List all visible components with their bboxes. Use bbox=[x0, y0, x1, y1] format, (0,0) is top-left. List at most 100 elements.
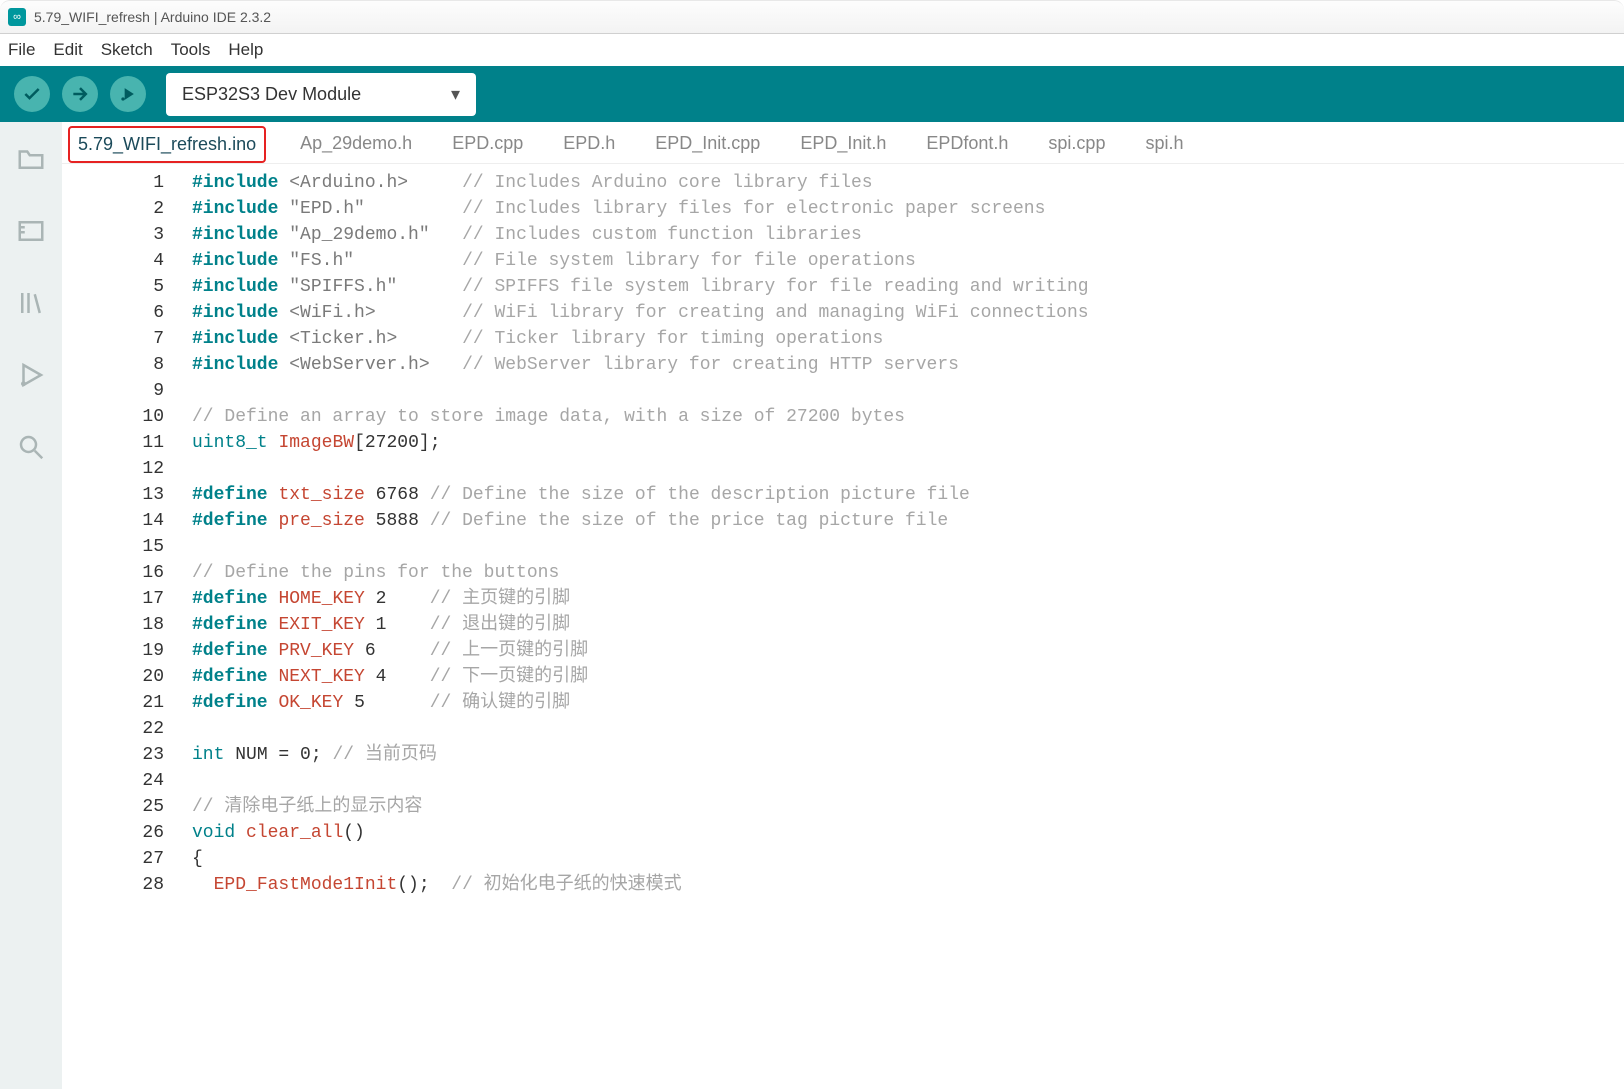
code-content[interactable]: // Define an array to store image data, … bbox=[192, 404, 905, 430]
code-line: 14#define pre_size 5888 // Define the si… bbox=[62, 508, 1624, 534]
code-line: 17#define HOME_KEY 2 // 主页键的引脚 bbox=[62, 586, 1624, 612]
code-content[interactable]: int NUM = 0; // 当前页码 bbox=[192, 742, 437, 768]
window-title: 5.79_WIFI_refresh | Arduino IDE 2.3.2 bbox=[34, 9, 271, 25]
code-line: 3#include "Ap_29demo.h" // Includes cust… bbox=[62, 222, 1624, 248]
tab-spi-h[interactable]: spi.h bbox=[1139, 125, 1189, 163]
gutter-line-number: 12 bbox=[62, 456, 192, 482]
code-line: 6#include <WiFi.h> // WiFi library for c… bbox=[62, 300, 1624, 326]
menu-sketch[interactable]: Sketch bbox=[101, 40, 153, 60]
menu-tools[interactable]: Tools bbox=[171, 40, 211, 60]
code-line: 15 bbox=[62, 534, 1624, 560]
gutter-line-number: 5 bbox=[62, 274, 192, 300]
chevron-down-icon: ▾ bbox=[451, 84, 460, 105]
code-line: 26void clear_all() bbox=[62, 820, 1624, 846]
verify-button[interactable] bbox=[14, 76, 50, 112]
code-content[interactable]: #define pre_size 5888 // Define the size… bbox=[192, 508, 948, 534]
code-content[interactable]: EPD_FastMode1Init(); // 初始化电子纸的快速模式 bbox=[192, 872, 682, 898]
tab-epd-cpp[interactable]: EPD.cpp bbox=[446, 125, 529, 163]
tab-spi-cpp[interactable]: spi.cpp bbox=[1042, 125, 1111, 163]
debug-button[interactable] bbox=[110, 76, 146, 112]
code-line: 1#include <Arduino.h> // Includes Arduin… bbox=[62, 170, 1624, 196]
code-line: 5#include "SPIFFS.h" // SPIFFS file syst… bbox=[62, 274, 1624, 300]
gutter-line-number: 1 bbox=[62, 170, 192, 196]
gutter-line-number: 6 bbox=[62, 300, 192, 326]
code-content[interactable]: #define txt_size 6768 // Define the size… bbox=[192, 482, 970, 508]
code-line: 8#include <WebServer.h> // WebServer lib… bbox=[62, 352, 1624, 378]
folder-icon[interactable] bbox=[16, 144, 46, 174]
code-line: 25// 清除电子纸上的显示内容 bbox=[62, 794, 1624, 820]
code-content[interactable]: #define NEXT_KEY 4 // 下一页键的引脚 bbox=[192, 664, 588, 690]
code-line: 21#define OK_KEY 5 // 确认键的引脚 bbox=[62, 690, 1624, 716]
tab-5-79_wifi_refresh-ino[interactable]: 5.79_WIFI_refresh.ino bbox=[68, 126, 266, 163]
code-content[interactable]: // 清除电子纸上的显示内容 bbox=[192, 794, 422, 820]
gutter-line-number: 11 bbox=[62, 430, 192, 456]
code-content[interactable]: { bbox=[192, 846, 203, 872]
arrow-right-icon bbox=[70, 84, 90, 104]
board-selector-dropdown[interactable]: ESP32S3 Dev Module ▾ bbox=[166, 73, 476, 116]
debug-run-icon[interactable] bbox=[16, 360, 46, 390]
tab-epd_init-h[interactable]: EPD_Init.h bbox=[794, 125, 892, 163]
code-line: 10// Define an array to store image data… bbox=[62, 404, 1624, 430]
code-line: 16// Define the pins for the buttons bbox=[62, 560, 1624, 586]
tab-ap_29demo-h[interactable]: Ap_29demo.h bbox=[294, 125, 418, 163]
code-editor[interactable]: 1#include <Arduino.h> // Includes Arduin… bbox=[62, 164, 1624, 1089]
code-content[interactable]: #define HOME_KEY 2 // 主页键的引脚 bbox=[192, 586, 570, 612]
gutter-line-number: 14 bbox=[62, 508, 192, 534]
menu-bar: File Edit Sketch Tools Help bbox=[0, 34, 1624, 66]
code-line: 24 bbox=[62, 768, 1624, 794]
code-line: 19#define PRV_KEY 6 // 上一页键的引脚 bbox=[62, 638, 1624, 664]
menu-help[interactable]: Help bbox=[228, 40, 263, 60]
code-line: 28 EPD_FastMode1Init(); // 初始化电子纸的快速模式 bbox=[62, 872, 1624, 898]
debug-play-icon bbox=[118, 84, 138, 104]
code-line: 7#include <Ticker.h> // Ticker library f… bbox=[62, 326, 1624, 352]
gutter-line-number: 28 bbox=[62, 872, 192, 898]
code-content[interactable]: #include <Arduino.h> // Includes Arduino… bbox=[192, 170, 873, 196]
code-content[interactable]: #include "FS.h" // File system library f… bbox=[192, 248, 916, 274]
gutter-line-number: 10 bbox=[62, 404, 192, 430]
menu-file[interactable]: File bbox=[8, 40, 35, 60]
gutter-line-number: 9 bbox=[62, 378, 192, 404]
menu-edit[interactable]: Edit bbox=[53, 40, 82, 60]
code-line: 27{ bbox=[62, 846, 1624, 872]
gutter-line-number: 7 bbox=[62, 326, 192, 352]
tab-epd-h[interactable]: EPD.h bbox=[557, 125, 621, 163]
code-content[interactable]: #include "Ap_29demo.h" // Includes custo… bbox=[192, 222, 862, 248]
tab-epd_init-cpp[interactable]: EPD_Init.cpp bbox=[649, 125, 766, 163]
code-content[interactable]: #include <WebServer.h> // WebServer libr… bbox=[192, 352, 959, 378]
code-content[interactable]: #include <Ticker.h> // Ticker library fo… bbox=[192, 326, 883, 352]
code-content[interactable]: #include "EPD.h" // Includes library fil… bbox=[192, 196, 1045, 222]
gutter-line-number: 3 bbox=[62, 222, 192, 248]
gutter-line-number: 20 bbox=[62, 664, 192, 690]
title-bar: ∞ 5.79_WIFI_refresh | Arduino IDE 2.3.2 bbox=[0, 0, 1624, 34]
upload-button[interactable] bbox=[62, 76, 98, 112]
code-line: 9 bbox=[62, 378, 1624, 404]
boards-manager-icon[interactable] bbox=[16, 216, 46, 246]
toolbar: ESP32S3 Dev Module ▾ bbox=[0, 66, 1624, 122]
activity-bar bbox=[0, 122, 62, 1089]
search-icon[interactable] bbox=[16, 432, 46, 462]
gutter-line-number: 24 bbox=[62, 768, 192, 794]
code-line: 11uint8_t ImageBW[27200]; bbox=[62, 430, 1624, 456]
gutter-line-number: 22 bbox=[62, 716, 192, 742]
gutter-line-number: 25 bbox=[62, 794, 192, 820]
gutter-line-number: 8 bbox=[62, 352, 192, 378]
code-line: 4#include "FS.h" // File system library … bbox=[62, 248, 1624, 274]
gutter-line-number: 16 bbox=[62, 560, 192, 586]
code-line: 13#define txt_size 6768 // Define the si… bbox=[62, 482, 1624, 508]
code-content[interactable]: #define EXIT_KEY 1 // 退出键的引脚 bbox=[192, 612, 570, 638]
editor-tab-bar: 5.79_WIFI_refresh.ino Ap_29demo.h EPD.cpp E… bbox=[62, 122, 1624, 164]
tab-epdfont-h[interactable]: EPDfont.h bbox=[920, 125, 1014, 163]
check-icon bbox=[22, 84, 42, 104]
code-content[interactable]: #define PRV_KEY 6 // 上一页键的引脚 bbox=[192, 638, 588, 664]
code-content[interactable]: void clear_all() bbox=[192, 820, 365, 846]
code-content[interactable]: #include "SPIFFS.h" // SPIFFS file syste… bbox=[192, 274, 1089, 300]
gutter-line-number: 26 bbox=[62, 820, 192, 846]
code-content[interactable]: #include <WiFi.h> // WiFi library for cr… bbox=[192, 300, 1089, 326]
code-content[interactable]: #define OK_KEY 5 // 确认键的引脚 bbox=[192, 690, 570, 716]
gutter-line-number: 13 bbox=[62, 482, 192, 508]
library-manager-icon[interactable] bbox=[16, 288, 46, 318]
code-content[interactable]: uint8_t ImageBW[27200]; bbox=[192, 430, 441, 456]
gutter-line-number: 4 bbox=[62, 248, 192, 274]
code-content[interactable]: // Define the pins for the buttons bbox=[192, 560, 559, 586]
code-line: 23int NUM = 0; // 当前页码 bbox=[62, 742, 1624, 768]
